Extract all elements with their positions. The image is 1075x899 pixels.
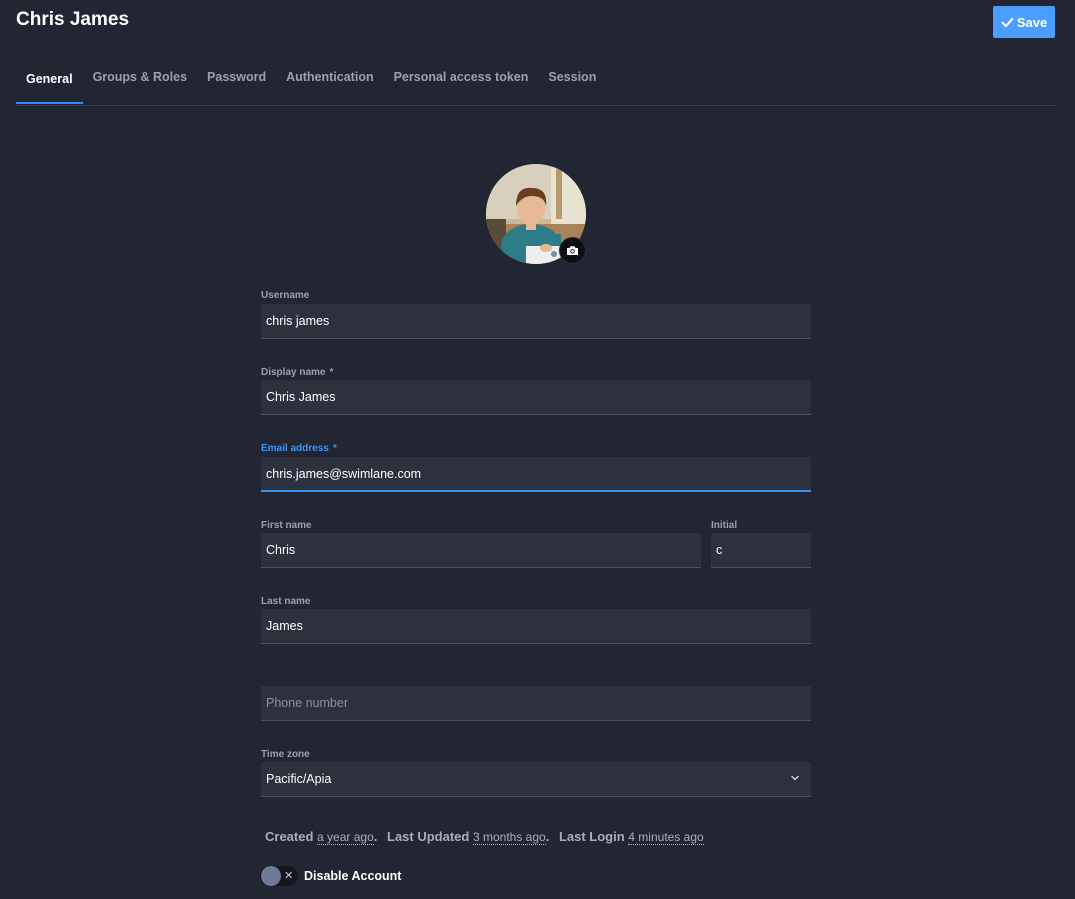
initial-field[interactable]: c xyxy=(711,533,811,568)
save-button[interactable]: Save xyxy=(993,6,1055,38)
account-timestamps: Created a year ago. Last Updated 3 month… xyxy=(265,829,704,845)
last-login-value: 4 minutes ago xyxy=(628,830,704,845)
disable-account-toggle[interactable]: ✕ xyxy=(260,866,298,886)
email-label-text: Email address xyxy=(261,443,329,454)
close-icon: ✕ xyxy=(284,870,294,882)
user-profile-page: Chris James Save General Groups & Roles … xyxy=(0,0,1075,899)
display-name-label: Display name * xyxy=(261,367,333,378)
tab-authentication[interactable]: Authentication xyxy=(276,56,384,98)
first-name-field[interactable]: Chris xyxy=(261,533,701,568)
first-name-value: Chris xyxy=(266,543,296,557)
first-name-label: First name xyxy=(261,520,312,531)
tab-password[interactable]: Password xyxy=(197,56,276,98)
tab-session[interactable]: Session xyxy=(538,56,606,98)
last-login-label: Last Login xyxy=(558,829,625,844)
last-updated-value: 3 months ago xyxy=(472,830,546,845)
tab-general[interactable]: General xyxy=(16,56,83,104)
created-label: Created xyxy=(265,829,314,844)
page-title: Chris James xyxy=(16,9,130,30)
chevron-down-icon xyxy=(791,775,799,781)
display-name-field[interactable]: Chris James xyxy=(261,380,811,415)
time-zone-select[interactable]: Pacific/Apia xyxy=(261,762,811,797)
created-value: a year ago xyxy=(317,830,374,845)
email-value: chris.james@swimlane.com xyxy=(266,466,422,481)
email-field[interactable]: chris.james@swimlane.com xyxy=(261,457,811,492)
check-icon xyxy=(1001,17,1014,27)
initial-label: Initial xyxy=(711,520,738,531)
phone-number-field[interactable]: Phone number xyxy=(261,686,811,721)
time-zone-value: Pacific/Apia xyxy=(266,772,332,786)
username-label: Username xyxy=(261,290,310,301)
tab-personal-access-token[interactable]: Personal access token xyxy=(384,56,539,98)
username-field[interactable]: chris james xyxy=(261,304,811,339)
save-button-label: Save xyxy=(1016,14,1048,30)
tab-groups-roles[interactable]: Groups & Roles xyxy=(83,56,197,98)
display-name-value: Chris James xyxy=(266,390,336,404)
tab-bar: General Groups & Roles Password Authenti… xyxy=(16,62,1055,106)
camera-icon xyxy=(567,246,578,255)
initial-value: c xyxy=(716,543,723,557)
display-name-label-text: Display name xyxy=(261,367,326,378)
last-name-field[interactable]: James xyxy=(261,609,811,644)
email-label: Email address * xyxy=(261,443,337,454)
last-name-label: Last name xyxy=(261,596,311,607)
username-value: chris james xyxy=(266,314,330,328)
time-zone-label: Time zone xyxy=(261,749,310,760)
last-updated-label: Last Updated xyxy=(387,829,470,844)
required-marker: * xyxy=(332,443,337,454)
last-name-value: James xyxy=(266,619,303,633)
toggle-knob xyxy=(261,866,281,886)
change-avatar-button[interactable] xyxy=(559,237,586,264)
phone-number-placeholder: Phone number xyxy=(266,696,349,710)
required-marker: * xyxy=(329,367,334,378)
disable-account-label: Disable Account xyxy=(304,869,402,883)
